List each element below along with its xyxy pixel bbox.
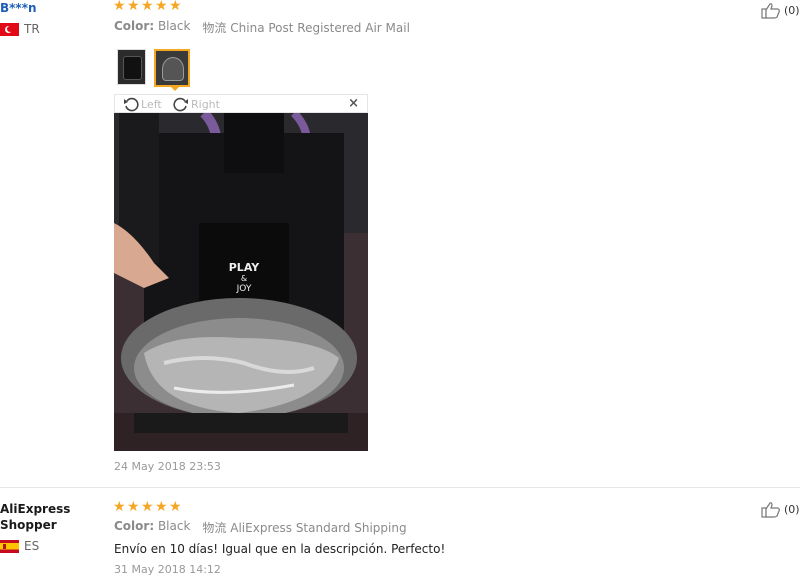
order-info: Color: Black 物流 AliExpress Standard Ship…	[114, 519, 407, 536]
star-icon: ★	[141, 499, 154, 515]
shipping-label: 物流	[202, 521, 227, 535]
flag-es-icon	[0, 539, 19, 553]
reviewer-name: AliExpress Shopper	[0, 502, 71, 532]
star-icon: ★	[113, 499, 126, 515]
star-icon: ★	[169, 499, 182, 515]
shipping-value: AliExpress Standard Shipping	[230, 521, 407, 535]
review-2: AliExpress Shopper ES ★ ★ ★ ★ ★ Color: B…	[0, 0, 800, 576]
country-code: ES	[24, 539, 40, 553]
star-rating: ★ ★ ★ ★ ★	[113, 499, 182, 515]
color-value: Black	[157, 519, 191, 533]
star-icon: ★	[127, 499, 140, 515]
review-date: 31 May 2018 14:12	[114, 563, 221, 576]
helpful-count: (0)	[784, 503, 800, 516]
helpful-button[interactable]: (0)	[761, 501, 800, 518]
color-label: Color:	[114, 519, 155, 533]
thumbs-up-icon	[761, 502, 780, 518]
review-comment: Envío en 10 días! Igual que en la descri…	[114, 542, 446, 556]
star-icon: ★	[155, 499, 168, 515]
reviewer-country: ES	[0, 539, 39, 553]
